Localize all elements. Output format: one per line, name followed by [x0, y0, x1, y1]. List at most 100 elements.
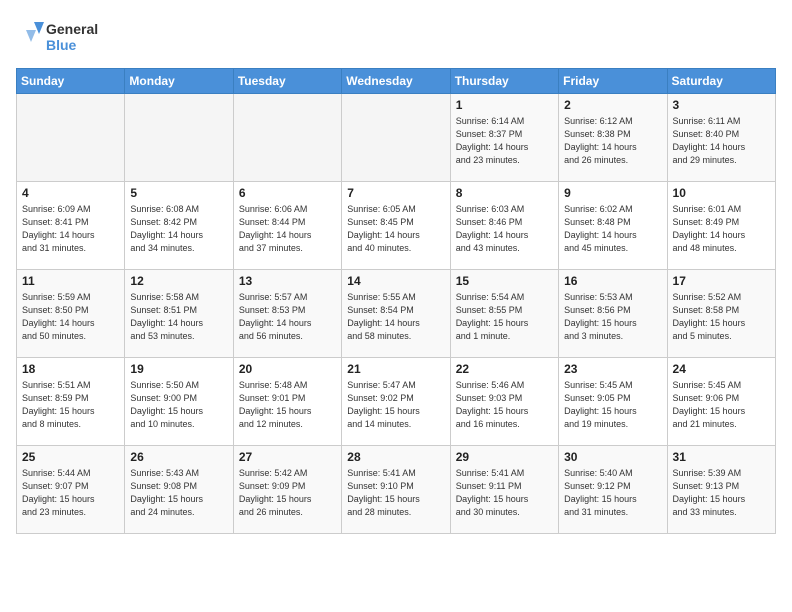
day-number: 3: [673, 98, 770, 112]
day-cell: 24 Sunrise: 5:45 AM Sunset: 9:06 PM Dayli…: [667, 358, 775, 446]
day-number: 24: [673, 362, 770, 376]
day-info: Sunrise: 5:51 AM Sunset: 8:59 PM Dayligh…: [22, 379, 119, 431]
weekday-monday: Monday: [125, 69, 233, 94]
day-cell: 7 Sunrise: 6:05 AM Sunset: 8:45 PM Daylig…: [342, 182, 450, 270]
day-number: 17: [673, 274, 770, 288]
day-cell: 23 Sunrise: 5:45 AM Sunset: 9:05 PM Dayli…: [559, 358, 667, 446]
day-info: Sunrise: 6:06 AM Sunset: 8:44 PM Dayligh…: [239, 203, 336, 255]
day-info: Sunrise: 6:11 AM Sunset: 8:40 PM Dayligh…: [673, 115, 770, 167]
week-row-2: 4 Sunrise: 6:09 AM Sunset: 8:41 PM Daylig…: [17, 182, 776, 270]
day-number: 13: [239, 274, 336, 288]
day-number: 25: [22, 450, 119, 464]
day-number: 14: [347, 274, 444, 288]
day-cell: 10 Sunrise: 6:01 AM Sunset: 8:49 PM Dayli…: [667, 182, 775, 270]
day-number: 19: [130, 362, 227, 376]
day-info: Sunrise: 6:09 AM Sunset: 8:41 PM Dayligh…: [22, 203, 119, 255]
day-number: 9: [564, 186, 661, 200]
day-number: 5: [130, 186, 227, 200]
day-number: 10: [673, 186, 770, 200]
weekday-friday: Friday: [559, 69, 667, 94]
day-number: 18: [22, 362, 119, 376]
day-info: Sunrise: 5:53 AM Sunset: 8:56 PM Dayligh…: [564, 291, 661, 343]
day-number: 21: [347, 362, 444, 376]
day-info: Sunrise: 5:52 AM Sunset: 8:58 PM Dayligh…: [673, 291, 770, 343]
day-number: 23: [564, 362, 661, 376]
week-row-3: 11Sunrise: 5:59 AM Sunset: 8:50 PM Dayli…: [17, 270, 776, 358]
day-cell: 20 Sunrise: 5:48 AM Sunset: 9:01 PM Dayli…: [233, 358, 341, 446]
day-cell: 31 Sunrise: 5:39 AM Sunset: 9:13 PM Dayli…: [667, 446, 775, 534]
day-number: 4: [22, 186, 119, 200]
day-info: Sunrise: 5:55 AM Sunset: 8:54 PM Dayligh…: [347, 291, 444, 343]
day-info: Sunrise: 5:40 AM Sunset: 9:12 PM Dayligh…: [564, 467, 661, 519]
day-cell: 25 Sunrise: 5:44 AM Sunset: 9:07 PM Dayli…: [17, 446, 125, 534]
day-number: 15: [456, 274, 553, 288]
day-info: Sunrise: 6:05 AM Sunset: 8:45 PM Dayligh…: [347, 203, 444, 255]
week-row-1: 1 Sunrise: 6:14 AM Sunset: 8:37 PM Daylig…: [17, 94, 776, 182]
day-number: 7: [347, 186, 444, 200]
day-info: Sunrise: 6:03 AM Sunset: 8:46 PM Dayligh…: [456, 203, 553, 255]
day-number: 22: [456, 362, 553, 376]
weekday-thursday: Thursday: [450, 69, 558, 94]
day-cell: 12 Sunrise: 5:58 AM Sunset: 8:51 PM Dayli…: [125, 270, 233, 358]
weekday-sunday: Sunday: [17, 69, 125, 94]
weekday-tuesday: Tuesday: [233, 69, 341, 94]
day-cell: 13 Sunrise: 5:57 AM Sunset: 8:53 PM Dayli…: [233, 270, 341, 358]
day-info: Sunrise: 5:47 AM Sunset: 9:02 PM Dayligh…: [347, 379, 444, 431]
day-cell: [233, 94, 341, 182]
day-number: 6: [239, 186, 336, 200]
day-cell: 8 Sunrise: 6:03 AM Sunset: 8:46 PM Daylig…: [450, 182, 558, 270]
day-cell: 9Sunrise: 6:02 AM Sunset: 8:48 PM Daylig…: [559, 182, 667, 270]
day-cell: [342, 94, 450, 182]
day-info: Sunrise: 5:43 AM Sunset: 9:08 PM Dayligh…: [130, 467, 227, 519]
day-info: Sunrise: 6:14 AM Sunset: 8:37 PM Dayligh…: [456, 115, 553, 167]
day-info: Sunrise: 5:57 AM Sunset: 8:53 PM Dayligh…: [239, 291, 336, 343]
calendar-body: 1 Sunrise: 6:14 AM Sunset: 8:37 PM Daylig…: [17, 94, 776, 534]
day-cell: 16Sunrise: 5:53 AM Sunset: 8:56 PM Dayli…: [559, 270, 667, 358]
day-cell: 18 Sunrise: 5:51 AM Sunset: 8:59 PM Dayli…: [17, 358, 125, 446]
day-cell: 28 Sunrise: 5:41 AM Sunset: 9:10 PM Dayli…: [342, 446, 450, 534]
day-number: 8: [456, 186, 553, 200]
day-cell: 17 Sunrise: 5:52 AM Sunset: 8:58 PM Dayli…: [667, 270, 775, 358]
day-number: 20: [239, 362, 336, 376]
day-number: 11: [22, 274, 119, 288]
day-cell: 6 Sunrise: 6:06 AM Sunset: 8:44 PM Daylig…: [233, 182, 341, 270]
day-info: Sunrise: 6:01 AM Sunset: 8:49 PM Dayligh…: [673, 203, 770, 255]
day-info: Sunrise: 5:50 AM Sunset: 9:00 PM Dayligh…: [130, 379, 227, 431]
day-info: Sunrise: 6:08 AM Sunset: 8:42 PM Dayligh…: [130, 203, 227, 255]
day-cell: 19 Sunrise: 5:50 AM Sunset: 9:00 PM Dayli…: [125, 358, 233, 446]
page-header: General Blue: [16, 16, 776, 56]
week-row-4: 18 Sunrise: 5:51 AM Sunset: 8:59 PM Dayli…: [17, 358, 776, 446]
day-cell: [17, 94, 125, 182]
day-cell: 14 Sunrise: 5:55 AM Sunset: 8:54 PM Dayli…: [342, 270, 450, 358]
day-cell: 11Sunrise: 5:59 AM Sunset: 8:50 PM Dayli…: [17, 270, 125, 358]
day-info: Sunrise: 5:44 AM Sunset: 9:07 PM Dayligh…: [22, 467, 119, 519]
day-number: 2: [564, 98, 661, 112]
day-cell: 27Sunrise: 5:42 AM Sunset: 9:09 PM Dayli…: [233, 446, 341, 534]
day-number: 12: [130, 274, 227, 288]
day-info: Sunrise: 5:58 AM Sunset: 8:51 PM Dayligh…: [130, 291, 227, 343]
day-info: Sunrise: 5:54 AM Sunset: 8:55 PM Dayligh…: [456, 291, 553, 343]
day-info: Sunrise: 5:41 AM Sunset: 9:10 PM Dayligh…: [347, 467, 444, 519]
day-cell: 22Sunrise: 5:46 AM Sunset: 9:03 PM Dayli…: [450, 358, 558, 446]
svg-text:Blue: Blue: [46, 37, 77, 53]
day-cell: 3 Sunrise: 6:11 AM Sunset: 8:40 PM Daylig…: [667, 94, 775, 182]
calendar-table: SundayMondayTuesdayWednesdayThursdayFrid…: [16, 68, 776, 534]
day-number: 28: [347, 450, 444, 464]
day-info: Sunrise: 5:39 AM Sunset: 9:13 PM Dayligh…: [673, 467, 770, 519]
weekday-saturday: Saturday: [667, 69, 775, 94]
day-cell: 15 Sunrise: 5:54 AM Sunset: 8:55 PM Dayli…: [450, 270, 558, 358]
day-number: 1: [456, 98, 553, 112]
logo-svg: General Blue: [16, 16, 106, 56]
day-cell: 30Sunrise: 5:40 AM Sunset: 9:12 PM Dayli…: [559, 446, 667, 534]
day-info: Sunrise: 5:48 AM Sunset: 9:01 PM Dayligh…: [239, 379, 336, 431]
day-info: Sunrise: 5:45 AM Sunset: 9:05 PM Dayligh…: [564, 379, 661, 431]
day-cell: 29Sunrise: 5:41 AM Sunset: 9:11 PM Dayli…: [450, 446, 558, 534]
logo: General Blue: [16, 16, 106, 56]
day-cell: 1 Sunrise: 6:14 AM Sunset: 8:37 PM Daylig…: [450, 94, 558, 182]
day-cell: 26Sunrise: 5:43 AM Sunset: 9:08 PM Dayli…: [125, 446, 233, 534]
day-number: 27: [239, 450, 336, 464]
day-number: 31: [673, 450, 770, 464]
day-info: Sunrise: 5:45 AM Sunset: 9:06 PM Dayligh…: [673, 379, 770, 431]
day-cell: 5 Sunrise: 6:08 AM Sunset: 8:42 PM Daylig…: [125, 182, 233, 270]
day-cell: [125, 94, 233, 182]
